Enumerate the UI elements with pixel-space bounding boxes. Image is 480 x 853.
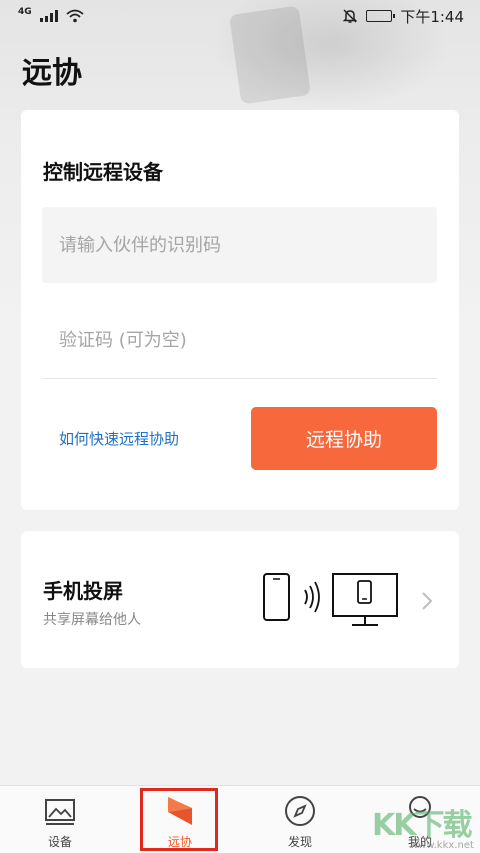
nav-label-remote-assist: 远协 [167,835,192,849]
battery-icon [366,10,396,22]
compass-icon [285,796,315,826]
remote-card-title: 控制远程设备 [43,160,163,184]
wireless-waves-icon [304,581,320,613]
verification-code-input[interactable] [42,303,437,379]
screen-cast-subtitle: 共享屏幕给他人 [43,612,141,628]
device-picture-icon [45,799,75,825]
chevron-right-icon [422,592,433,610]
status-bar: 4G 下午1:44 [0,0,480,32]
network-type: 4G [18,6,32,17]
status-bar-left: 4G [18,6,84,23]
status-bar-right: 下午1:44 [342,6,464,27]
mute-bell-icon [343,9,358,23]
screen-cast-title: 手机投屏 [43,579,123,603]
watermark-url: www.kkx.net [410,840,474,851]
remote-assist-logo-icon [168,797,192,825]
nav-label-discover: 发现 [287,835,312,849]
nav-item-remote-assist[interactable]: 远协 [120,786,240,853]
nav-label-devices: 设备 [47,835,72,849]
remote-control-card: 控制远程设备 如何快速远程协助 远程协助 [21,110,459,510]
signal-icon [39,10,58,22]
phone-icon [263,573,290,621]
nav-item-discover[interactable]: 发现 [240,786,360,853]
remote-assist-button[interactable]: 远程协助 [251,407,437,470]
watermark-logo: KK下载 [372,808,472,843]
clock: 下午1:44 [400,7,464,26]
wifi-icon [66,9,84,23]
partner-id-input[interactable] [42,207,437,283]
page-title: 远协 [22,56,82,91]
quick-remote-help-link[interactable]: 如何快速远程协助 [59,428,179,449]
nav-item-devices[interactable]: 设备 [0,786,120,853]
screen-cast-card[interactable]: 手机投屏 共享屏幕给他人 [21,531,459,668]
monitor-icon [332,573,398,626]
phone-to-monitor-illustration [263,573,398,626]
